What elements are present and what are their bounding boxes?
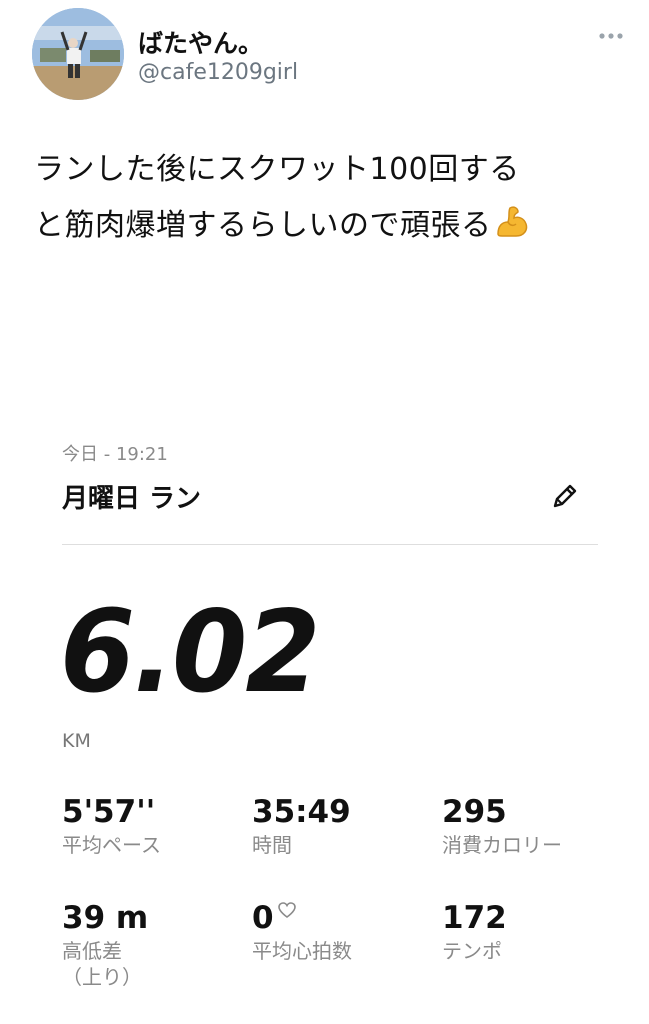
more-options-icon[interactable] bbox=[598, 30, 624, 42]
pencil-edit-icon[interactable] bbox=[549, 480, 581, 512]
stat-average-heart-rate: 0 平均心拍数 bbox=[252, 900, 442, 964]
heart-icon bbox=[277, 902, 296, 918]
distance-unit: KM bbox=[62, 730, 91, 752]
tweet-header: ばたやん。 @cafe1209girl bbox=[0, 0, 649, 110]
tweet-text: ランした後にスクワット100回する と筋肉爆増するらしいので頑張る bbox=[34, 142, 634, 254]
stat-value: 35:49 bbox=[252, 794, 351, 830]
stat-label: テンポ bbox=[442, 939, 502, 963]
image-top-whitespace bbox=[0, 262, 649, 402]
display-name[interactable]: ばたやん。 bbox=[138, 24, 263, 60]
stat-value: 5'57'' bbox=[62, 794, 156, 830]
stat-value: 172 bbox=[442, 900, 507, 936]
stat-cadence: 172 テンポ bbox=[442, 900, 632, 964]
avatar[interactable] bbox=[32, 8, 124, 100]
stat-value: 295 bbox=[442, 794, 507, 830]
divider bbox=[62, 544, 598, 545]
tweet-text-line: と筋肉爆増するらしいので頑張る bbox=[34, 198, 634, 254]
heart-rate-value: 0 bbox=[252, 900, 274, 936]
activity-date: 今日 - 19:21 bbox=[62, 444, 168, 465]
distance-value: 6.02 bbox=[60, 586, 320, 719]
stat-value: 39 m bbox=[62, 900, 149, 936]
activity-title: 月曜日 ラン bbox=[62, 484, 202, 514]
user-handle[interactable]: @cafe1209girl bbox=[138, 60, 298, 85]
stat-label: 平均ペース bbox=[62, 833, 161, 857]
stat-label: 時間 bbox=[252, 833, 292, 857]
stat-calories: 295 消費カロリー bbox=[442, 794, 632, 858]
stat-label: 平均心拍数 bbox=[252, 939, 352, 963]
stat-elevation-gain: 39 m 高低差 （上り） bbox=[62, 900, 252, 990]
flexed-biceps-icon bbox=[496, 206, 527, 237]
tweet-text-line: ランした後にスクワット100回する bbox=[34, 152, 520, 187]
stat-duration: 35:49 時間 bbox=[252, 794, 442, 858]
avatar-photo-icon bbox=[32, 8, 124, 100]
tweet-text-line-2: と筋肉爆増するらしいので頑張る bbox=[34, 208, 492, 243]
stat-average-pace: 5'57'' 平均ペース bbox=[62, 794, 252, 858]
stat-value: 0 bbox=[252, 900, 442, 936]
stat-label: 高低差 （上り） bbox=[62, 939, 142, 989]
stat-label: 消費カロリー bbox=[442, 833, 562, 857]
